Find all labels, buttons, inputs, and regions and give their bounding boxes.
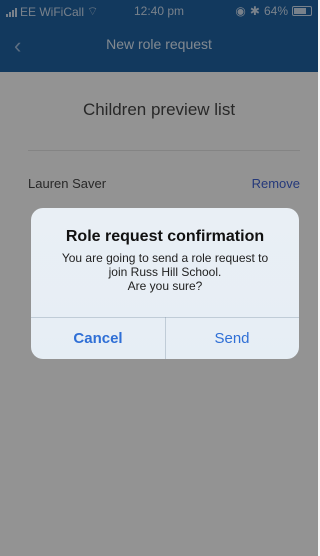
dialog-message-line-2: join Russ Hill School. (108, 265, 222, 279)
dialog-title: Role request confirmation (65, 228, 265, 245)
role-request-confirmation-dialog: Role request confirmation You are going … (31, 208, 299, 359)
dialog-message: You are going to send a role request to … (43, 251, 287, 293)
dialog-message-line-3: Are you sure? (127, 279, 203, 293)
dialog-message-line-1: You are going to send a role request to (61, 251, 269, 265)
send-button[interactable]: Send (165, 317, 299, 359)
cancel-button[interactable]: Cancel (31, 317, 165, 359)
